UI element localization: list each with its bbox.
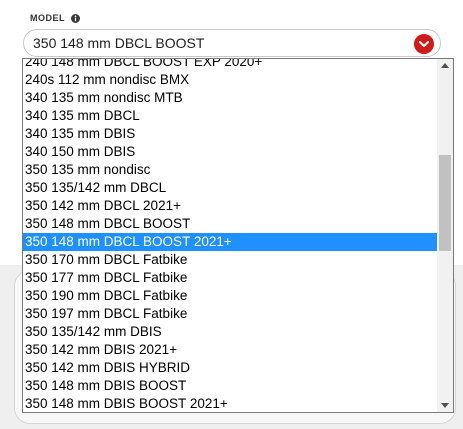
dropdown-option[interactable]: 350 148 mm DBIS BOOST 2021+	[23, 395, 437, 412]
dropdown-option[interactable]: 350 170 mm DBCL Fatbike	[23, 251, 437, 269]
dropdown-option[interactable]: 340 150 mm DBIS	[23, 143, 437, 161]
model-select[interactable]: 350 148 mm DBCL BOOST	[23, 29, 441, 57]
dropdown-option[interactable]: 350 135/142 mm DBIS	[23, 323, 437, 341]
model-label-row: MODEL	[30, 11, 80, 25]
dropdown-option[interactable]: 350 142 mm DBIS HYBRID	[23, 359, 437, 377]
dropdown-option[interactable]: 350 135 mm nondisc	[23, 161, 437, 179]
dropdown-option[interactable]: 350 142 mm DBIS 2021+	[23, 341, 437, 359]
dropdown-option[interactable]: 340 135 mm DBCL	[23, 107, 437, 125]
model-select-value: 350 148 mm DBCL BOOST	[33, 35, 205, 51]
dropdown-option[interactable]: 240s 112 mm nondisc BMX	[23, 71, 437, 89]
dropdown-option[interactable]: 350 142 mm DBCL 2021+	[23, 197, 437, 215]
chevron-down-icon[interactable]	[414, 34, 434, 54]
dropdown-option-selected[interactable]: 350 148 mm DBCL BOOST 2021+	[23, 233, 437, 251]
dropdown-option[interactable]: 350 197 mm DBCL Fatbike	[23, 305, 437, 323]
dropdown-scrollbar[interactable]	[437, 59, 453, 412]
dropdown-option[interactable]: 350 148 mm DBIS BOOST	[23, 377, 437, 395]
dropdown-options-viewport: 240 148 mm DBCL BOOST EXP 2020+ 240s 112 …	[23, 59, 437, 412]
dropdown-option[interactable]: 350 135/142 mm DBCL	[23, 179, 437, 197]
dropdown-option[interactable]: 350 177 mm DBCL Fatbike	[23, 269, 437, 287]
model-dropdown-list[interactable]: 240 148 mm DBCL BOOST EXP 2020+ 240s 112 …	[22, 58, 454, 413]
model-label: MODEL	[30, 13, 65, 23]
dropdown-option[interactable]: 350 190 mm DBCL Fatbike	[23, 287, 437, 305]
dropdown-options: 240 148 mm DBCL BOOST EXP 2020+ 240s 112 …	[23, 59, 437, 412]
dropdown-option[interactable]: 340 135 mm nondisc MTB	[23, 89, 437, 107]
scroll-up-arrow-icon[interactable]	[441, 63, 449, 68]
dropdown-option[interactable]: 240 148 mm DBCL BOOST EXP 2020+	[23, 59, 437, 71]
info-icon[interactable]	[71, 13, 80, 23]
scrollbar-thumb[interactable]	[439, 155, 451, 251]
dropdown-option[interactable]: 350 148 mm DBCL BOOST	[23, 215, 437, 233]
dropdown-option[interactable]: 340 135 mm DBIS	[23, 125, 437, 143]
scroll-down-arrow-icon[interactable]	[441, 403, 449, 408]
